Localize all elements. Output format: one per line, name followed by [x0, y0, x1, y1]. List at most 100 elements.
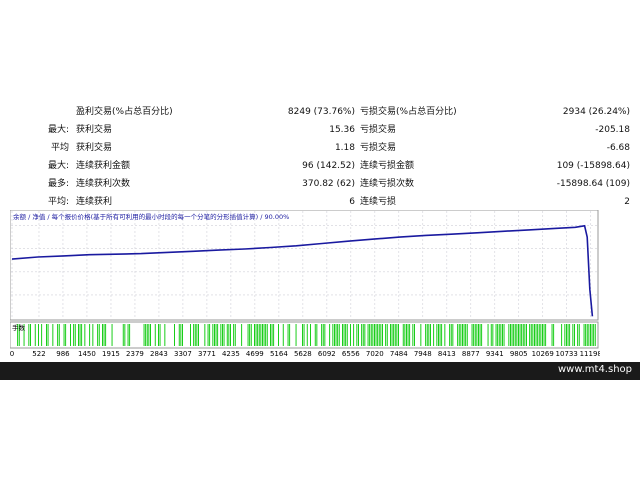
volume-bar [503, 324, 505, 346]
volume-bar [572, 324, 574, 346]
volume-bar [367, 324, 369, 346]
volume-bar [214, 324, 215, 346]
volume-bar [329, 324, 331, 346]
volume-bar [30, 324, 31, 346]
volume-bar [196, 324, 198, 346]
volume-bar [324, 324, 326, 346]
x-tick-label: 7020 [366, 350, 384, 358]
volume-bar [353, 324, 355, 346]
x-tick-label: 11198 [580, 350, 600, 358]
volume-bar [303, 324, 305, 346]
stats-row: 最大: 连续获利金额 96 (142.52) 连续亏损金额 109 (-15898.64… [0, 157, 640, 175]
volume-bar [465, 324, 467, 346]
volume-bar [111, 324, 113, 346]
stats-cell-c2: 连续获利金额 [76, 161, 131, 171]
volume-bar [58, 324, 60, 346]
volume-bar [193, 324, 195, 346]
volume-bar [362, 324, 364, 346]
volume-bar [63, 324, 65, 346]
volume-bar [194, 324, 196, 346]
price-panel [10, 210, 599, 321]
volume-bar [529, 324, 531, 346]
volume-bar [356, 324, 358, 346]
volume-bar [578, 324, 580, 346]
volume-bar [378, 324, 380, 346]
stats-cell-c4: 连续亏损次数 [360, 179, 415, 189]
volume-bar [377, 324, 379, 346]
x-tick-label: 9805 [510, 350, 528, 358]
volume-bar [433, 324, 435, 346]
volume-bar [241, 324, 243, 346]
volume-bar [129, 324, 131, 346]
volume-bar [594, 324, 596, 346]
volume-bar [412, 324, 414, 346]
volume-bar [257, 324, 259, 346]
volume-bar [551, 324, 553, 346]
volume-bar [260, 324, 262, 346]
volume-bar [385, 324, 387, 346]
volume-bar [519, 324, 521, 346]
volume-bar [535, 324, 537, 346]
volume-bar [542, 324, 543, 346]
volume-bar [41, 324, 43, 346]
volume-bar [335, 324, 337, 346]
volume-bar [217, 324, 219, 346]
volume-bar [540, 324, 542, 346]
volume-bar [479, 324, 481, 346]
x-tick-label: 7948 [414, 350, 432, 358]
volume-bar [332, 324, 334, 346]
footer-bar: www.mt4.shop [0, 362, 640, 380]
x-tick-label: 10733 [556, 350, 578, 358]
volume-bar [394, 324, 396, 346]
volume-label: 手数 [12, 323, 26, 332]
volume-bar [518, 324, 519, 346]
volume-bar [500, 324, 502, 346]
volume-bar [258, 324, 260, 346]
volume-bar [380, 324, 382, 346]
volume-bar [404, 324, 406, 346]
stats-cell-c4: 亏损交易(%占总百分比) [360, 107, 457, 117]
x-tick-label: 1450 [78, 350, 96, 358]
volume-bar [102, 324, 103, 346]
volume-bar [223, 324, 225, 346]
volume-bar [497, 324, 499, 346]
volume-bar [247, 324, 249, 346]
volume-bar [374, 324, 375, 346]
x-tick-label: 2843 [150, 350, 168, 358]
volume-bar [364, 324, 366, 346]
volume-bar [398, 324, 399, 346]
x-tick-label: 6092 [318, 350, 336, 358]
volume-bar [204, 324, 206, 346]
volume-bar [154, 324, 156, 346]
volume-bar [266, 324, 268, 346]
volume-bar [510, 324, 511, 346]
volume-bar [98, 324, 100, 346]
stats-cell-c2: 获利交易 [76, 125, 113, 135]
volume-bar [270, 324, 271, 346]
volume-bar [457, 324, 459, 346]
x-tick-label: 5164 [270, 350, 288, 358]
volume-bar [591, 324, 593, 346]
volume-bar [250, 324, 252, 346]
volume-bar [471, 324, 473, 346]
stats-row: 盈利交易(%占总百分比) 8249 (73.76%) 亏损交易(%占总百分比) 293… [0, 103, 640, 121]
volume-bar [345, 324, 347, 346]
stats-cell-c5: 109 (-15898.64) [556, 161, 630, 171]
volume-bar [52, 324, 54, 346]
volume-bar [495, 324, 497, 346]
volume-bar [436, 324, 438, 346]
stats-cell-c4: 连续亏损 [360, 197, 397, 207]
stats-cell-c3: 1.18 [334, 143, 355, 153]
volume-bar [97, 324, 99, 346]
volume-bar [143, 324, 145, 346]
volume-bar [428, 324, 430, 346]
stats-row: 最大: 获利交易 15.36 亏损交易 -205.18 [0, 121, 640, 139]
stats-cell-c2: 获利交易 [76, 143, 113, 153]
x-tick-label: 5628 [294, 350, 312, 358]
stats-cell-c3: 96 (142.52) [302, 161, 355, 171]
volume-bar [34, 324, 36, 346]
volume-bar [146, 324, 148, 346]
volume-bar [124, 324, 126, 346]
volume-bar [532, 324, 534, 346]
stats-cell-c5: -6.68 [606, 143, 630, 153]
